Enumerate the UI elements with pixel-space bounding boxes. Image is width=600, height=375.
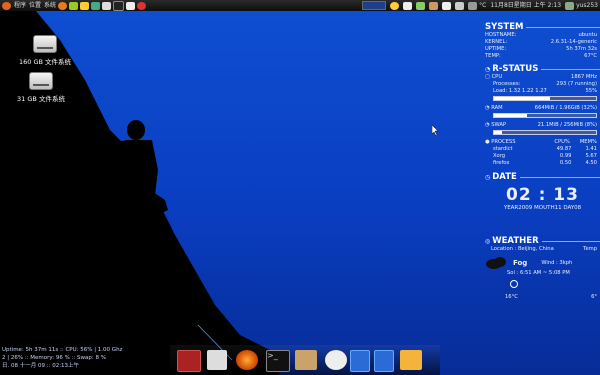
sys-row: TEMP: 67°C [485, 53, 597, 59]
cpu-bar [493, 96, 597, 101]
process-row: Xorg 0.99 5.67 [493, 153, 597, 159]
fog-cloud-icon [486, 257, 506, 269]
drive-label: 160 GB 文件系统 [18, 58, 72, 66]
date-line: YEAR2009 MOUTH11 DAY08 [503, 205, 582, 211]
cpu-row: ▢ CPU 1867 MHz [485, 74, 597, 80]
big-clock: 02 : 13 [506, 185, 579, 205]
ram-icon: ◔ [485, 105, 490, 111]
presentation-app-icon[interactable] [177, 350, 201, 372]
folder-app-icon[interactable] [295, 350, 317, 370]
harddisk-icon [29, 72, 53, 90]
mouse-pointer-icon [432, 125, 439, 136]
window-app-icon[interactable] [350, 350, 370, 372]
conky-panel: SYSTEM HOSTNAME: ubuntu KERNEL: 2.6.31-14-… [485, 22, 600, 362]
swap-icon: ◔ [485, 122, 490, 128]
status-header: ◔ R-STATUS [485, 64, 600, 74]
clock-icon: ◷ [485, 173, 491, 181]
memory-line: 2 | 26% :: Memory: 96 % :: Swap: 8 % [2, 355, 106, 361]
ram-bar [493, 113, 597, 118]
gift-app-icon[interactable] [400, 350, 422, 370]
settings-app-icon[interactable] [325, 350, 347, 370]
weather-condition: Fog Wind : 3kph [485, 256, 600, 270]
harddisk-icon [33, 35, 57, 53]
date-time-line: 日. 08 十一月 09 :: 02:13上午 [2, 363, 80, 369]
dock: >_ [170, 345, 440, 375]
globe-icon: ◎ [485, 237, 491, 245]
process-list: stardict 49.87 1.41 Xorg 0.99 5.67 firefox 0.50… [485, 146, 600, 167]
swap-bar [493, 130, 597, 135]
drive-label: 31 GB 文件系统 [17, 95, 65, 103]
process-row: stardict 49.87 1.41 [493, 146, 597, 152]
weather-header: ◎ WEATHER [485, 236, 600, 246]
drive-icon-31gb[interactable]: 31 GB 文件系统 [0, 72, 86, 103]
process-header: ● PROCESS CPU% MEM% [485, 139, 597, 145]
drive-icon-160gb[interactable]: 160 GB 文件系统 [0, 35, 90, 66]
nautilus-app-icon[interactable] [207, 350, 227, 370]
uptime-line: Uptime: 5h 37m 11s :: CPU: 56% | 1.00 Gh… [2, 347, 123, 353]
ram-row: ◔ RAM 664MiB / 1.96GiB (32%) [485, 105, 597, 111]
sys-row: HOSTNAME: ubuntu [485, 32, 597, 38]
bottom-status: Uptime: 5h 37m 11s :: CPU: 56% | 1.00 Gh… [2, 346, 187, 370]
cpu-icon: ▢ [485, 74, 490, 80]
temp-range: 16°C 6° [505, 294, 597, 300]
moon-icon [510, 280, 518, 288]
swap-row: ◔ SWAP 21.1MiB / 256MiB (8%) [485, 122, 597, 128]
system-header: SYSTEM [485, 22, 600, 32]
date-header: ◷ DATE [485, 172, 600, 182]
sys-row: KERNEL: 2.6.31-14-generic [485, 39, 597, 45]
processes-row: Processes: 293 (7 running) [493, 81, 597, 87]
process-icon: ● [485, 139, 490, 145]
gauge-icon: ◔ [485, 65, 491, 73]
terminal-app-icon[interactable]: >_ [266, 350, 290, 372]
load-row: Load: 1.32 1.22 1.27 55% [493, 88, 597, 94]
sun-times: Sol : 6:51 AM ~ 5:08 PM [507, 270, 570, 276]
sys-row: UPTIME: 5h 37m 32s [485, 46, 597, 52]
firefox-app-icon[interactable] [236, 350, 258, 370]
process-row: firefox 0.50 4.50 [493, 160, 597, 166]
window-app-icon[interactable] [374, 350, 394, 372]
location-row: Location : Beijing, China Temp [491, 246, 597, 252]
